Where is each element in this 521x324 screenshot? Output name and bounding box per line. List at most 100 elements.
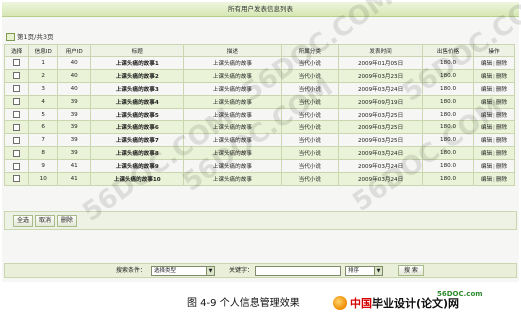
cancel-button[interactable]: 取消 (34, 215, 55, 227)
title-cell: 上课头痛的故事1 (90, 56, 185, 70)
row-checkbox[interactable] (13, 59, 21, 67)
title-cell: 上课头痛的故事10 (90, 172, 185, 186)
title-cell: 上课头痛的故事5 (90, 107, 185, 122)
info-id-cell: 2 (28, 68, 59, 83)
actions-cell: 编辑|删除 (472, 146, 516, 161)
col-header-info-id: 信息ID (28, 44, 59, 57)
row-select-cell (3, 68, 30, 83)
logo-brand-black: 毕业设计(论文)网 (372, 297, 460, 310)
time-cell: 2009年01月05日 (338, 56, 424, 70)
row-checkbox[interactable] (13, 85, 21, 93)
table-row: 6 39 上课头痛的故事6 上课头痛的故事 当代小说 2009年03月25日 180.0 编辑… (3, 120, 516, 135)
row-select-cell (3, 172, 30, 186)
row-checkbox[interactable] (13, 72, 21, 80)
main-panel: 所有用户发表信息列表 第1页/共3页 选择 信息ID 用户ID 标题 描述 所属… (2, 2, 519, 282)
row-select-cell (3, 120, 30, 135)
delete-link[interactable]: 删除 (496, 138, 507, 144)
row-checkbox[interactable] (13, 98, 21, 106)
type-select[interactable]: 选择类型 ▼ (151, 266, 215, 276)
table-row: 8 39 上课头痛的故事8 上课头痛的故事 当代小说 2009年03月24日 180.0 编辑… (3, 146, 516, 161)
edit-link[interactable]: 编辑 (481, 177, 492, 183)
row-checkbox[interactable] (13, 162, 21, 170)
delete-link[interactable]: 删除 (496, 177, 507, 183)
delete-link[interactable]: 删除 (496, 125, 507, 131)
edit-link[interactable]: 编辑 (481, 151, 492, 157)
delete-link[interactable]: 删除 (496, 74, 507, 80)
search-button[interactable]: 搜 索 (398, 265, 424, 276)
time-cell: 2009年03月24日 (338, 81, 424, 96)
type-select-value: 选择类型 (154, 268, 177, 274)
search-bar: 搜索条件： 选择类型 ▼ 关键字： 排序 ▼ 搜 索 (4, 263, 517, 278)
delete-link[interactable]: 删除 (496, 151, 507, 157)
col-header-select: 选择 (3, 44, 30, 57)
delete-link[interactable]: 删除 (496, 61, 507, 67)
action-separator: | (493, 151, 495, 158)
edit-link[interactable]: 编辑 (481, 74, 492, 80)
actions-cell: 编辑|删除 (472, 68, 516, 83)
row-select-cell (3, 81, 30, 96)
edit-link[interactable]: 编辑 (481, 61, 492, 67)
delete-link[interactable]: 删除 (496, 113, 507, 119)
row-select-cell (3, 107, 30, 122)
keyword-input[interactable] (255, 266, 341, 276)
edit-link[interactable]: 编辑 (481, 164, 492, 170)
title-cell: 上课头痛的故事7 (90, 133, 185, 148)
delete-link[interactable]: 删除 (496, 100, 507, 106)
sort-select[interactable]: 排序 ▼ (345, 266, 383, 276)
time-cell: 2009年03月25日 (338, 133, 424, 148)
edit-link[interactable]: 编辑 (481, 113, 492, 119)
delete-link[interactable]: 删除 (496, 87, 507, 93)
delete-link[interactable]: 删除 (496, 164, 507, 170)
category-cell: 当代小说 (280, 120, 340, 135)
description-cell: 上课头痛的故事 (183, 56, 282, 70)
action-separator: | (493, 164, 495, 171)
row-checkbox[interactable] (13, 136, 21, 144)
category-cell: 当代小说 (280, 68, 340, 83)
actions-cell: 编辑|删除 (472, 120, 516, 135)
action-separator: | (493, 60, 495, 67)
info-id-cell: 7 (28, 133, 59, 148)
row-select-cell (3, 146, 30, 161)
row-select-cell (3, 56, 30, 70)
category-cell: 当代小说 (280, 107, 340, 122)
edit-link[interactable]: 编辑 (481, 100, 492, 106)
title-cell: 上课头痛的故事4 (90, 94, 185, 109)
time-cell: 2009年03月23日 (338, 68, 424, 83)
time-cell: 2009年03月24日 (338, 146, 424, 161)
price-cell: 180.0 (422, 133, 474, 148)
user-id-cell: 39 (57, 94, 92, 109)
action-separator: | (493, 86, 495, 93)
row-select-cell (3, 159, 30, 174)
time-cell: 2009年03月24日 (338, 159, 424, 174)
table-row: 3 40 上课头痛的故事3 上课头痛的故事 当代小说 2009年03月24日 180.0 编辑… (3, 81, 516, 96)
sort-select-value: 排序 (348, 268, 360, 274)
price-cell: 180.0 (422, 94, 474, 109)
search-condition-label: 搜索条件： (116, 267, 147, 274)
info-id-cell: 5 (28, 107, 59, 122)
description-cell: 上课头痛的故事 (183, 159, 282, 174)
edit-link[interactable]: 编辑 (481, 125, 492, 131)
user-id-cell: 40 (57, 68, 92, 83)
action-separator: | (493, 125, 495, 132)
description-cell: 上课头痛的故事 (183, 107, 282, 122)
price-cell: 180.0 (422, 56, 474, 70)
table-header-row: 选择 信息ID 用户ID 标题 描述 所属分类 发表时间 出售价格 操作 (3, 44, 516, 57)
select-all-button[interactable]: 全选 (13, 215, 34, 227)
edit-link[interactable]: 编辑 (481, 87, 492, 93)
row-checkbox[interactable] (13, 123, 21, 131)
row-checkbox[interactable] (13, 111, 21, 118)
category-cell: 当代小说 (280, 81, 340, 96)
edit-link[interactable]: 编辑 (481, 138, 492, 144)
actions-cell: 编辑|删除 (472, 81, 516, 96)
row-checkbox[interactable] (13, 175, 21, 183)
info-id-cell: 10 (28, 172, 59, 186)
description-cell: 上课头痛的故事 (183, 133, 282, 148)
table-row: 1 40 上课头痛的故事1 上课头痛的故事 当代小说 2009年01月05日 180.0 编辑… (3, 56, 516, 70)
row-checkbox[interactable] (13, 149, 21, 157)
category-cell: 当代小说 (280, 146, 340, 161)
description-cell: 上课头痛的故事 (183, 146, 282, 161)
user-id-cell: 39 (57, 133, 92, 148)
logo-brand-red: 中国 (350, 297, 372, 310)
delete-selected-button[interactable]: 删除 (56, 215, 77, 227)
user-id-cell: 39 (57, 107, 92, 122)
